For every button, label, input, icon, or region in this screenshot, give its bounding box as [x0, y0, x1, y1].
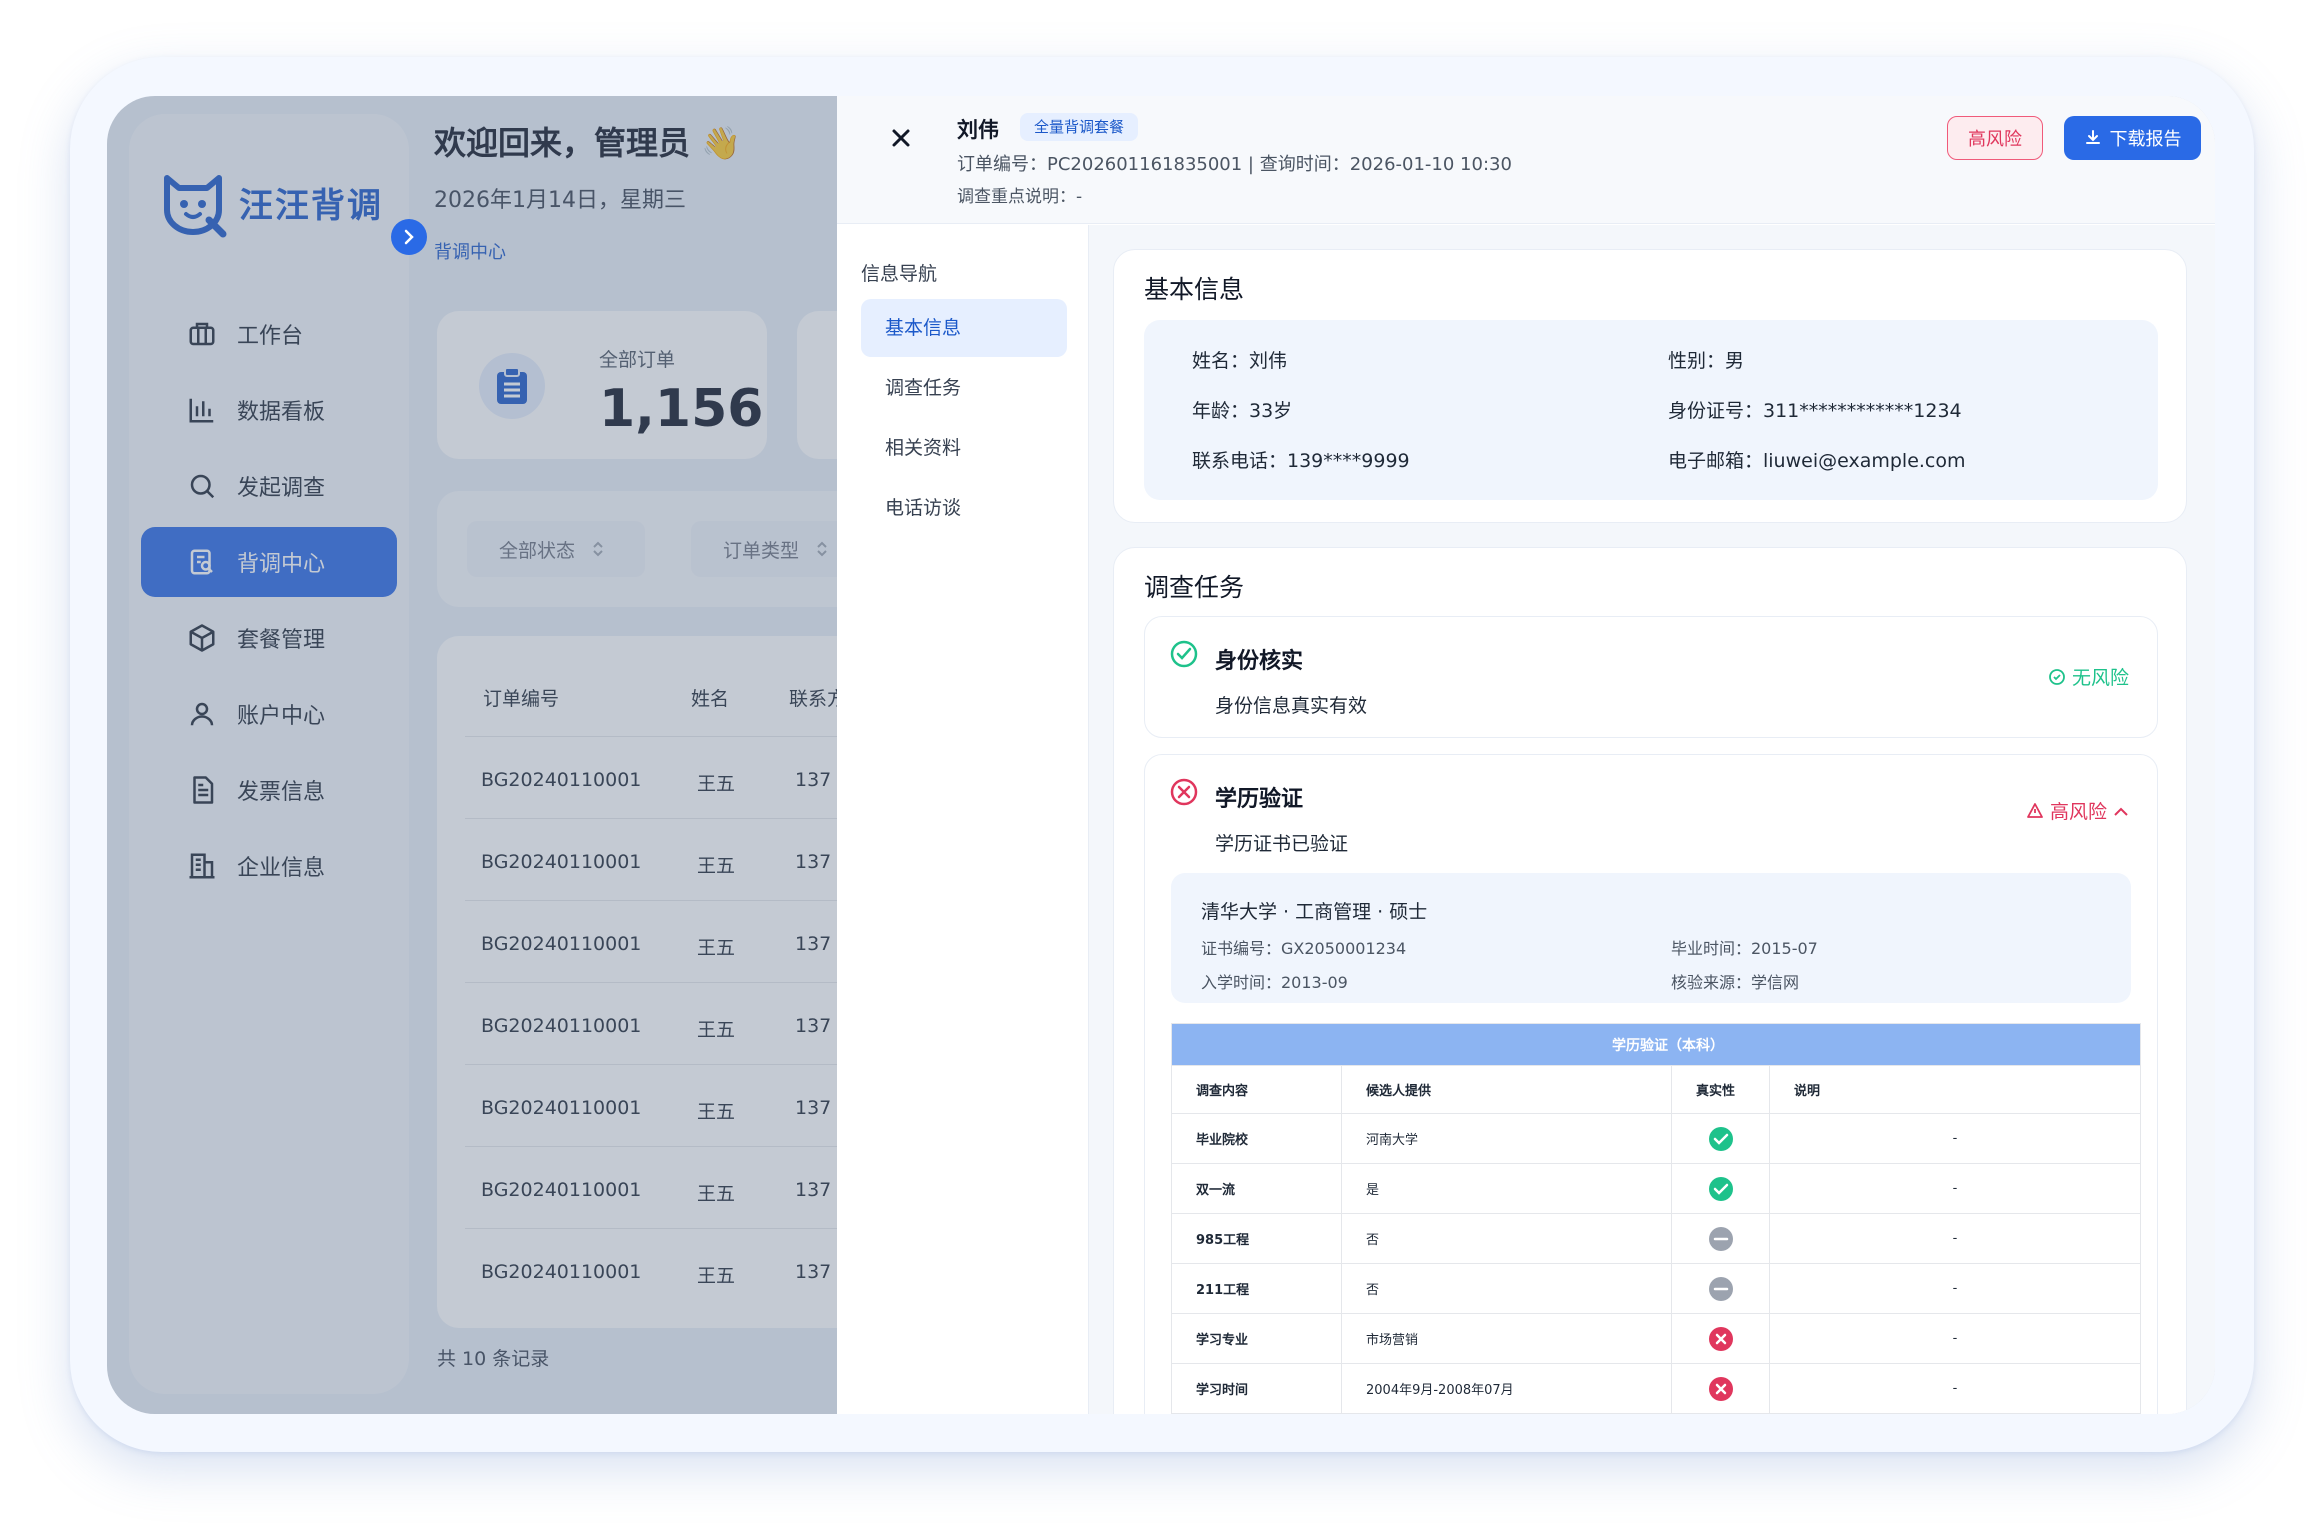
education-detail-box: 清华大学 · 工商管理 · 硕士 证书编号：GX2050001234 毕业时间：… — [1171, 873, 2131, 1003]
task-description: 身份信息真实有效 — [1215, 695, 1368, 717]
task-name: 学历验证 — [1215, 787, 1304, 812]
basic-info-section: 基本信息 姓名：刘伟 性别：男 年龄：33岁 身份证号：311*********… — [1113, 249, 2187, 523]
certificate-number: 证书编号：GX2050001234 — [1201, 939, 1407, 958]
table-row: 双一流 是 - — [1171, 1163, 2141, 1214]
check-circle-icon — [1170, 640, 1198, 668]
graduation-time: 毕业时间：2015-07 — [1671, 939, 1818, 958]
table-caption: 学历验证（本科） — [1171, 1023, 2141, 1066]
task-education[interactable]: 学历验证 学历证书已验证 高风险 清华大学 · 工商管理 · 硕士 证书编号：G… — [1144, 754, 2158, 1414]
drawer-header: 刘伟 全量背调套餐 订单编号：PC202601161835001 | 查询时间：… — [837, 96, 2215, 224]
table-row: 学习专业 市场营销 - — [1171, 1313, 2141, 1364]
school-line: 清华大学 · 工商管理 · 硕士 — [1201, 901, 1428, 923]
task-description: 学历证书已验证 — [1215, 833, 1349, 855]
close-icon[interactable] — [881, 118, 921, 158]
nav-item-phone-interview[interactable]: 电话访谈 — [861, 479, 1067, 537]
drawer-content: 基本信息 姓名：刘伟 性别：男 年龄：33岁 身份证号：311*********… — [1089, 225, 2215, 1414]
no-risk-badge: 无风险 — [2048, 663, 2129, 690]
table-row: 985工程 否 - — [1171, 1213, 2141, 1264]
neutral-minus-icon — [1708, 1226, 1733, 1251]
warning-triangle-icon — [2027, 802, 2043, 818]
verification-table: 学历验证（本科） 调查内容 候选人提供 真实性 说明 毕业院校 河南大学 - 双… — [1171, 1023, 2141, 1414]
failed-x-icon — [1708, 1326, 1733, 1351]
detail-drawer: 刘伟 全量背调套餐 订单编号：PC202601161835001 | 查询时间：… — [837, 96, 2215, 1414]
chevron-right-icon — [404, 229, 414, 245]
order-info: 订单编号：PC202601161835001 | 查询时间：2026-01-10… — [957, 154, 1512, 175]
candidate-name: 刘伟 — [957, 118, 999, 142]
failed-x-icon — [1708, 1376, 1733, 1401]
high-risk-button[interactable]: 高风险 — [1947, 116, 2043, 160]
task-identity[interactable]: 身份核实 身份信息真实有效 无风险 — [1144, 616, 2158, 738]
enrollment-time: 入学时间：2013-09 — [1201, 973, 1348, 992]
table-row: 毕业院校 河南大学 - — [1171, 1113, 2141, 1164]
high-risk-badge[interactable]: 高风险 — [2026, 797, 2129, 824]
nav-item-basic-info[interactable]: 基本信息 — [861, 299, 1067, 357]
download-label: 下载报告 — [2109, 129, 2182, 150]
column-header: 说明 — [1769, 1065, 2141, 1114]
app-screen: 汪汪背调 工作台 数据看板 发起调查 背调中心 套餐管理 账户中心 发票信息 企… — [107, 96, 2215, 1414]
column-header: 调查内容 — [1171, 1065, 1342, 1114]
download-icon — [2085, 130, 2100, 144]
x-circle-icon — [1170, 778, 1198, 806]
gender-field: 性别：男 — [1668, 350, 1745, 372]
survey-focus-note: 调查重点说明：- — [957, 187, 1083, 207]
section-title: 基本信息 — [1144, 275, 1245, 304]
verified-check-icon — [1708, 1176, 1733, 1201]
sidebar-collapse-button[interactable] — [391, 219, 427, 255]
email-field: 电子邮箱：liuwei@example.com — [1668, 450, 1966, 472]
check-circle-icon — [2049, 668, 2065, 685]
table-row: 学习时间 2004年9月-2008年07月 - — [1171, 1363, 2141, 1414]
verified-check-icon — [1708, 1126, 1733, 1151]
chevron-up-icon — [2114, 807, 2128, 816]
column-header: 候选人提供 — [1341, 1065, 1672, 1114]
column-header: 真实性 — [1671, 1065, 1770, 1114]
name-field: 姓名：刘伟 — [1192, 350, 1288, 372]
id-number-field: 身份证号：311************1234 — [1668, 400, 1962, 422]
nav-item-materials[interactable]: 相关资料 — [861, 419, 1067, 477]
table-row: 211工程 否 - — [1171, 1263, 2141, 1314]
phone-field: 联系电话：139****9999 — [1192, 450, 1410, 472]
package-badge: 全量背调套餐 — [1020, 113, 1139, 141]
info-navigation: 信息导航 基本信息 调查任务 相关资料 电话访谈 — [837, 225, 1089, 1414]
basic-info-box: 姓名：刘伟 性别：男 年龄：33岁 身份证号：311************12… — [1144, 320, 2158, 500]
task-name: 身份核实 — [1215, 649, 1304, 674]
nav-item-tasks[interactable]: 调查任务 — [861, 359, 1067, 417]
tasks-section: 调查任务 身份核实 身份信息真实有效 无风险 学历验证 学历证书已验证 高风险 … — [1113, 547, 2187, 1414]
neutral-minus-icon — [1708, 1276, 1733, 1301]
nav-title: 信息导航 — [861, 263, 938, 285]
verification-source: 核验来源：学信网 — [1671, 973, 1800, 992]
download-report-button[interactable]: 下载报告 — [2064, 116, 2201, 160]
section-title: 调查任务 — [1144, 573, 1245, 602]
age-field: 年龄：33岁 — [1192, 400, 1293, 422]
